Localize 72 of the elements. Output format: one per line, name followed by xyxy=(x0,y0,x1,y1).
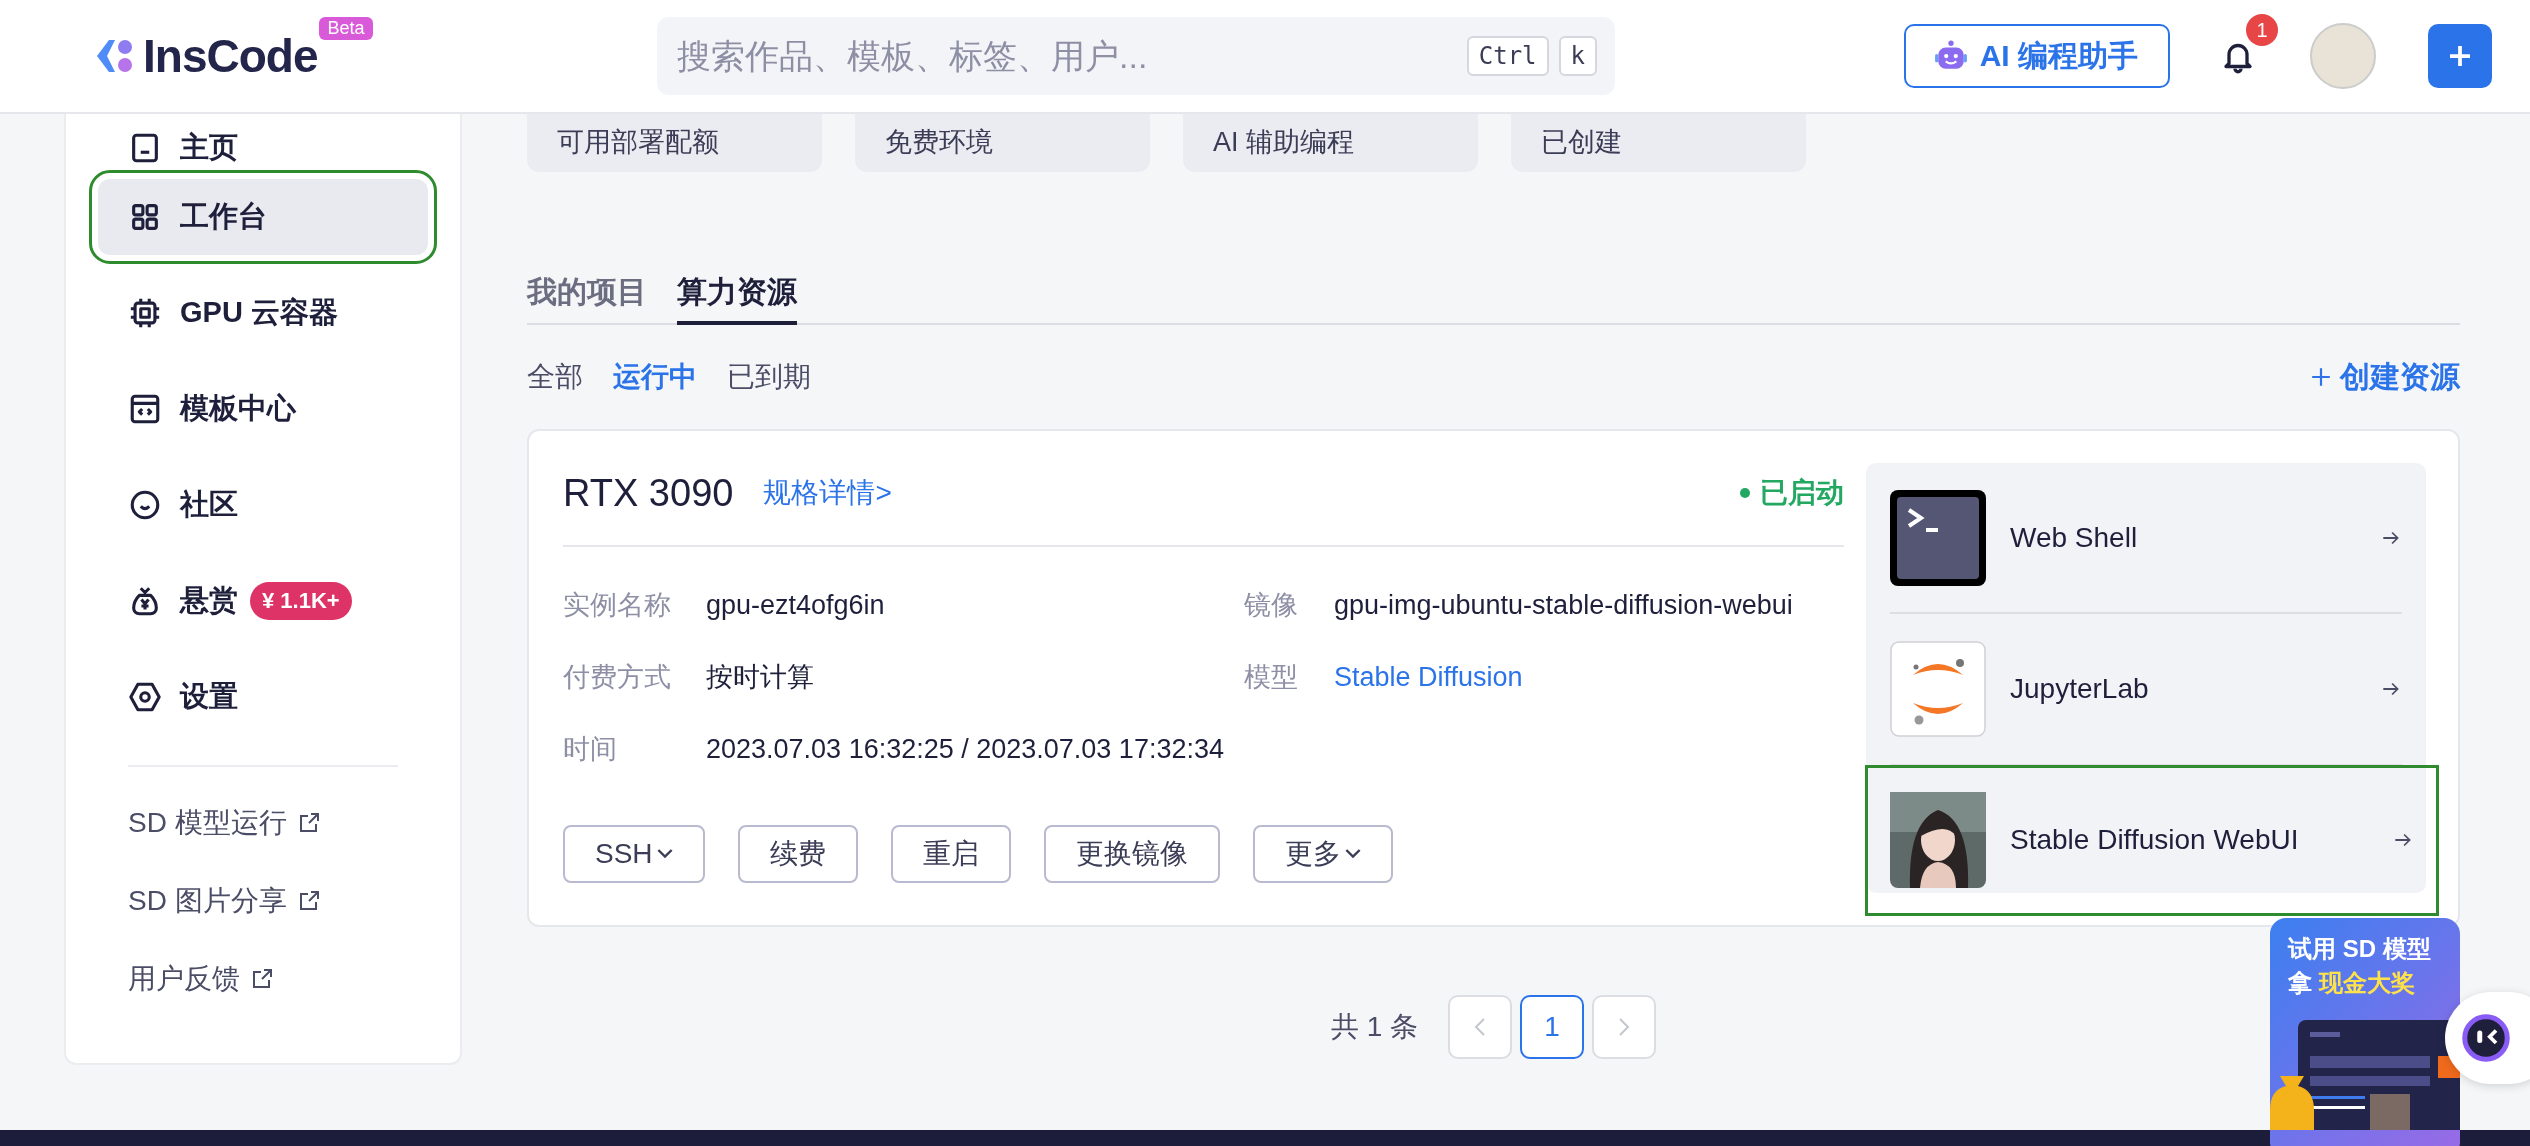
app-item[interactable]: JupyterLab xyxy=(1890,614,2402,766)
external-link[interactable]: SD 图片分享 xyxy=(98,879,428,923)
stat-label: 已创建 xyxy=(1541,126,1622,159)
action-button[interactable]: 续费 xyxy=(737,825,858,883)
beta-badge: Beta xyxy=(319,17,373,40)
spec-details-link[interactable]: 规格详情> xyxy=(763,474,892,512)
filter-tab[interactable]: 已到期 xyxy=(727,358,811,396)
logo-text[interactable]: InsCode xyxy=(143,29,318,83)
app-name: JupyterLab xyxy=(2010,673,2150,705)
app-name: Stable Diffusion WebUI xyxy=(2010,824,2300,857)
field-label: 镜像 xyxy=(1244,589,1299,622)
assistant-button[interactable] xyxy=(2445,992,2530,1084)
create-resource-link[interactable]: 创建资源 xyxy=(2310,356,2460,398)
sidebar-item[interactable]: 悬赏 ¥ 1.1K+ xyxy=(98,563,428,639)
tab[interactable]: 我的项目 xyxy=(527,272,647,325)
sidebar-item[interactable]: 设置 xyxy=(98,659,428,735)
action-button[interactable]: 重启 xyxy=(890,825,1011,883)
ai-assistant-button[interactable]: AI 编程助手 xyxy=(1903,24,2170,88)
field-value: 按时计算 xyxy=(706,661,814,694)
search-box[interactable]: 搜索作品、模板、标签、用户... Ctrl k xyxy=(657,17,1615,95)
chevron-left-icon xyxy=(1474,1017,1487,1037)
field-label: 付费方式 xyxy=(563,661,672,694)
action-button[interactable]: SSH xyxy=(563,825,705,883)
notification-count-badge: 1 xyxy=(2246,14,2278,46)
promo-title: 试用 SD 模型 xyxy=(2288,934,2432,964)
stat-label: AI 辅助编程 xyxy=(1213,126,1354,159)
terminal-icon xyxy=(1890,489,1986,586)
field-label: 时间 xyxy=(563,733,618,766)
plus-icon xyxy=(2310,366,2332,388)
promo-banner[interactable]: 试用 SD 模型 拿 现金大奖 xyxy=(2270,918,2460,1146)
reward-badge: ¥ 1.1K+ xyxy=(250,582,352,620)
smile-icon xyxy=(128,488,162,522)
app-name: Web Shell xyxy=(2010,521,2139,554)
hexagon-icon xyxy=(128,680,162,714)
field-label: 实例名称 xyxy=(563,589,672,622)
tab[interactable]: 算力资源 xyxy=(677,272,797,325)
external-link[interactable]: SD 模型运行 xyxy=(98,801,428,845)
keyboard-key: k xyxy=(1558,36,1597,76)
app-item[interactable]: Web Shell xyxy=(1890,463,2402,615)
chip-icon xyxy=(128,296,162,330)
chevron-right-icon xyxy=(1618,1017,1631,1037)
field-value: 2023.07.03 16:32:25 / 2023.07.03 17:32:34 xyxy=(706,733,1224,765)
assistant-face-icon xyxy=(2461,1013,2511,1063)
field-value: gpu-img-ubuntu-stable-diffusion-webui xyxy=(1334,589,1793,621)
total-count: 共 1 条 xyxy=(1330,1010,1419,1044)
sidebar-item[interactable]: 模板中心 xyxy=(98,371,428,447)
jupyter-icon xyxy=(1890,641,1986,737)
external-link-icon xyxy=(250,967,274,991)
create-button[interactable] xyxy=(2428,24,2492,88)
sidebar-item[interactable]: GPU 云容器 xyxy=(98,275,428,351)
promo-subtitle: 拿 现金大奖 xyxy=(2288,968,2416,998)
keyboard-key: Ctrl xyxy=(1466,36,1549,76)
field-label: 模型 xyxy=(1244,661,1299,694)
external-link[interactable]: 用户反馈 xyxy=(98,957,428,1001)
sidebar-item[interactable]: 社区 xyxy=(98,467,428,543)
status-label: 已启动 xyxy=(1740,474,1844,512)
filter-tab[interactable]: 全部 xyxy=(527,358,583,396)
caret-icon xyxy=(1344,848,1361,860)
caret-icon xyxy=(656,848,673,860)
filter-tab[interactable]: 运行中 xyxy=(613,358,697,396)
page-button[interactable]: 1 xyxy=(1520,995,1585,1059)
action-button[interactable]: 更多 xyxy=(1252,825,1393,883)
sidebar-item[interactable]: 主页 xyxy=(98,120,428,176)
stat-label: 免费环境 xyxy=(885,126,993,159)
action-button[interactable]: 更换镜像 xyxy=(1043,825,1220,883)
field-link[interactable]: Stable Diffusion xyxy=(1334,661,1523,693)
resource-title: RTX 3090 xyxy=(563,471,734,515)
code-window-icon xyxy=(128,392,162,426)
app-item[interactable]: Stable Diffusion WebUI xyxy=(1866,765,2438,915)
field-value: gpu-ezt4ofg6in xyxy=(706,589,885,621)
stat-label: 可用部署配额 xyxy=(557,126,719,159)
search-field[interactable]: 搜索作品、模板、标签、用户... xyxy=(675,35,1457,77)
